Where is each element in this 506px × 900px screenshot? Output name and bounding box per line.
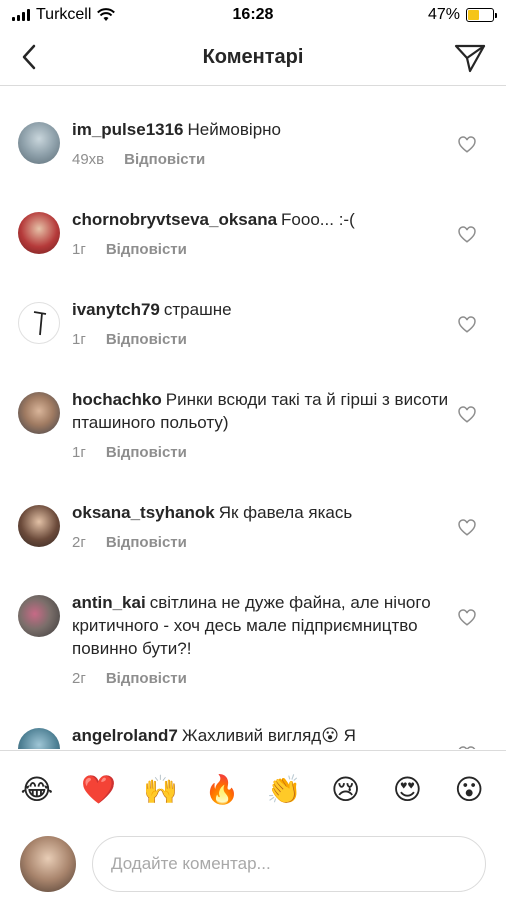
comment-time: 2г xyxy=(72,670,86,687)
status-right: 47% xyxy=(427,6,497,24)
heart-icon[interactable] xyxy=(458,226,476,244)
carrier-name: Turkcell xyxy=(36,6,92,23)
comment-username[interactable]: ivanytch79 xyxy=(72,300,160,319)
emoji-heart-eyes-button[interactable]: 😍 xyxy=(387,775,427,804)
comment-composer xyxy=(0,828,506,900)
emoji-bar: 😂 ❤️ 🙌 🔥 👏 😢 😍 😮 xyxy=(0,750,506,828)
heart-icon[interactable] xyxy=(458,519,476,537)
comment-username[interactable]: hochachko xyxy=(72,390,162,409)
avatar[interactable] xyxy=(18,302,60,344)
comment-body: hochachko Ринки всюди такі та й гірші з в… xyxy=(72,388,490,461)
comment-message: Як фавела якась xyxy=(218,503,353,522)
comment-meta: 2г Відповісти xyxy=(72,670,450,687)
emoji-clap-button[interactable]: 👏 xyxy=(264,775,304,804)
comment-message: Fooo... :-( xyxy=(281,210,355,229)
comment-item: ivanytch79 страшне 1г Відповісти xyxy=(0,298,506,348)
heart-icon[interactable] xyxy=(458,746,476,749)
comment-body: antin_kai світлина не дуже файна, але ніч… xyxy=(72,591,490,687)
reply-button[interactable]: Відповісти xyxy=(106,670,187,687)
comment-meta: 1г Відповісти xyxy=(72,331,450,348)
emoji-raised-hands-button[interactable]: 🙌 xyxy=(140,775,180,804)
heart-icon[interactable] xyxy=(458,406,476,424)
battery-fill xyxy=(468,10,480,20)
comment-meta: 1г Відповісти xyxy=(72,444,450,461)
emoji-joy-button[interactable]: 😂 xyxy=(17,775,57,804)
comment-text: ivanytch79 страшне xyxy=(72,298,450,321)
avatar[interactable] xyxy=(18,728,60,749)
comment-time: 1г xyxy=(72,444,86,461)
heart-icon[interactable] xyxy=(458,609,476,627)
reply-button[interactable]: Відповісти xyxy=(106,241,187,258)
comment-meta: 49хв Відповісти xyxy=(72,151,450,168)
comment-item: im_pulse1316 Неймовірно 49хв Відповісти xyxy=(0,118,506,168)
current-user-avatar xyxy=(20,836,76,892)
comment-text: antin_kai світлина не дуже файна, але ніч… xyxy=(72,591,450,660)
battery-percent: 47% xyxy=(427,6,460,23)
comment-body: ivanytch79 страшне 1г Відповісти xyxy=(72,298,490,348)
status-left: Turkcell xyxy=(12,6,116,24)
heart-icon[interactable] xyxy=(458,136,476,154)
emoji-cry-button[interactable]: 😢 xyxy=(326,775,366,804)
status-bar: Turkcell 16:28 47% xyxy=(0,0,506,30)
comment-text: angelroland7 Жахливий вигляд😮 Я xyxy=(72,724,450,747)
comment-time: 2г xyxy=(72,534,86,551)
comment-message: Жахливий вигляд😮 Я xyxy=(181,726,356,745)
comment-message: Неймовірно xyxy=(187,120,281,139)
avatar[interactable] xyxy=(18,505,60,547)
comment-text: chornobryvtseva_oksana Fooo... :-( xyxy=(72,208,450,231)
wifi-icon xyxy=(97,8,116,21)
comment-item: hochachko Ринки всюди такі та й гірші з в… xyxy=(0,388,506,461)
comment-body: chornobryvtseva_oksana Fooo... :-( 1г Від… xyxy=(72,208,490,258)
comment-username[interactable]: antin_kai xyxy=(72,593,146,612)
page-title: Коментарі xyxy=(202,46,304,68)
emoji-astonished-button[interactable]: 😮 xyxy=(449,775,489,804)
avatar[interactable] xyxy=(18,595,60,637)
comment-text: oksana_tsyhanok Як фавела якась xyxy=(72,501,450,524)
comment-item: angelroland7 Жахливий вигляд😮 Я xyxy=(0,724,506,749)
reply-button[interactable]: Відповісти xyxy=(124,151,205,168)
signal-icon xyxy=(12,9,30,21)
sketch-logo-icon xyxy=(33,311,47,336)
comment-username[interactable]: chornobryvtseva_oksana xyxy=(72,210,277,229)
comment-item: antin_kai світлина не дуже файна, але ніч… xyxy=(0,591,506,687)
comment-body: oksana_tsyhanok Як фавела якась 2г Відпов… xyxy=(72,501,490,551)
avatar[interactable] xyxy=(18,392,60,434)
comment-time: 1г xyxy=(72,241,86,258)
battery-icon xyxy=(466,8,497,22)
emoji-heart-button[interactable]: ❤️ xyxy=(79,775,119,804)
comment-text: im_pulse1316 Неймовірно xyxy=(72,118,450,141)
comment-username[interactable]: angelroland7 xyxy=(72,726,178,745)
share-button[interactable] xyxy=(452,40,488,76)
reply-button[interactable]: Відповісти xyxy=(106,331,187,348)
comment-input[interactable] xyxy=(92,836,486,892)
heart-icon[interactable] xyxy=(458,316,476,334)
avatar[interactable] xyxy=(18,122,60,164)
comment-body: angelroland7 Жахливий вигляд😮 Я xyxy=(72,724,490,749)
comment-message: страшне xyxy=(163,300,232,319)
comment-item: oksana_tsyhanok Як фавела якась 2г Відпов… xyxy=(0,501,506,551)
chevron-left-icon xyxy=(22,44,36,70)
comments-list[interactable]: im_pulse1316 Неймовірно 49хв Відповісти c… xyxy=(0,87,506,749)
comment-body: im_pulse1316 Неймовірно 49хв Відповісти xyxy=(72,118,490,168)
comment-username[interactable]: oksana_tsyhanok xyxy=(72,503,215,522)
emoji-fire-button[interactable]: 🔥 xyxy=(202,775,242,804)
avatar[interactable] xyxy=(18,212,60,254)
comment-item: chornobryvtseva_oksana Fooo... :-( 1г Від… xyxy=(0,208,506,258)
comment-time: 1г xyxy=(72,331,86,348)
comment-meta: 2г Відповісти xyxy=(72,534,450,551)
comment-text: hochachko Ринки всюди такі та й гірші з в… xyxy=(72,388,450,434)
reply-button[interactable]: Відповісти xyxy=(106,444,187,461)
paper-plane-icon xyxy=(454,44,486,73)
comment-time: 49хв xyxy=(72,151,105,168)
reply-button[interactable]: Відповісти xyxy=(106,534,187,551)
comment-meta: 1г Відповісти xyxy=(72,241,450,258)
back-button[interactable] xyxy=(14,42,44,72)
header: Коментарі xyxy=(0,30,506,86)
comment-username[interactable]: im_pulse1316 xyxy=(72,120,184,139)
